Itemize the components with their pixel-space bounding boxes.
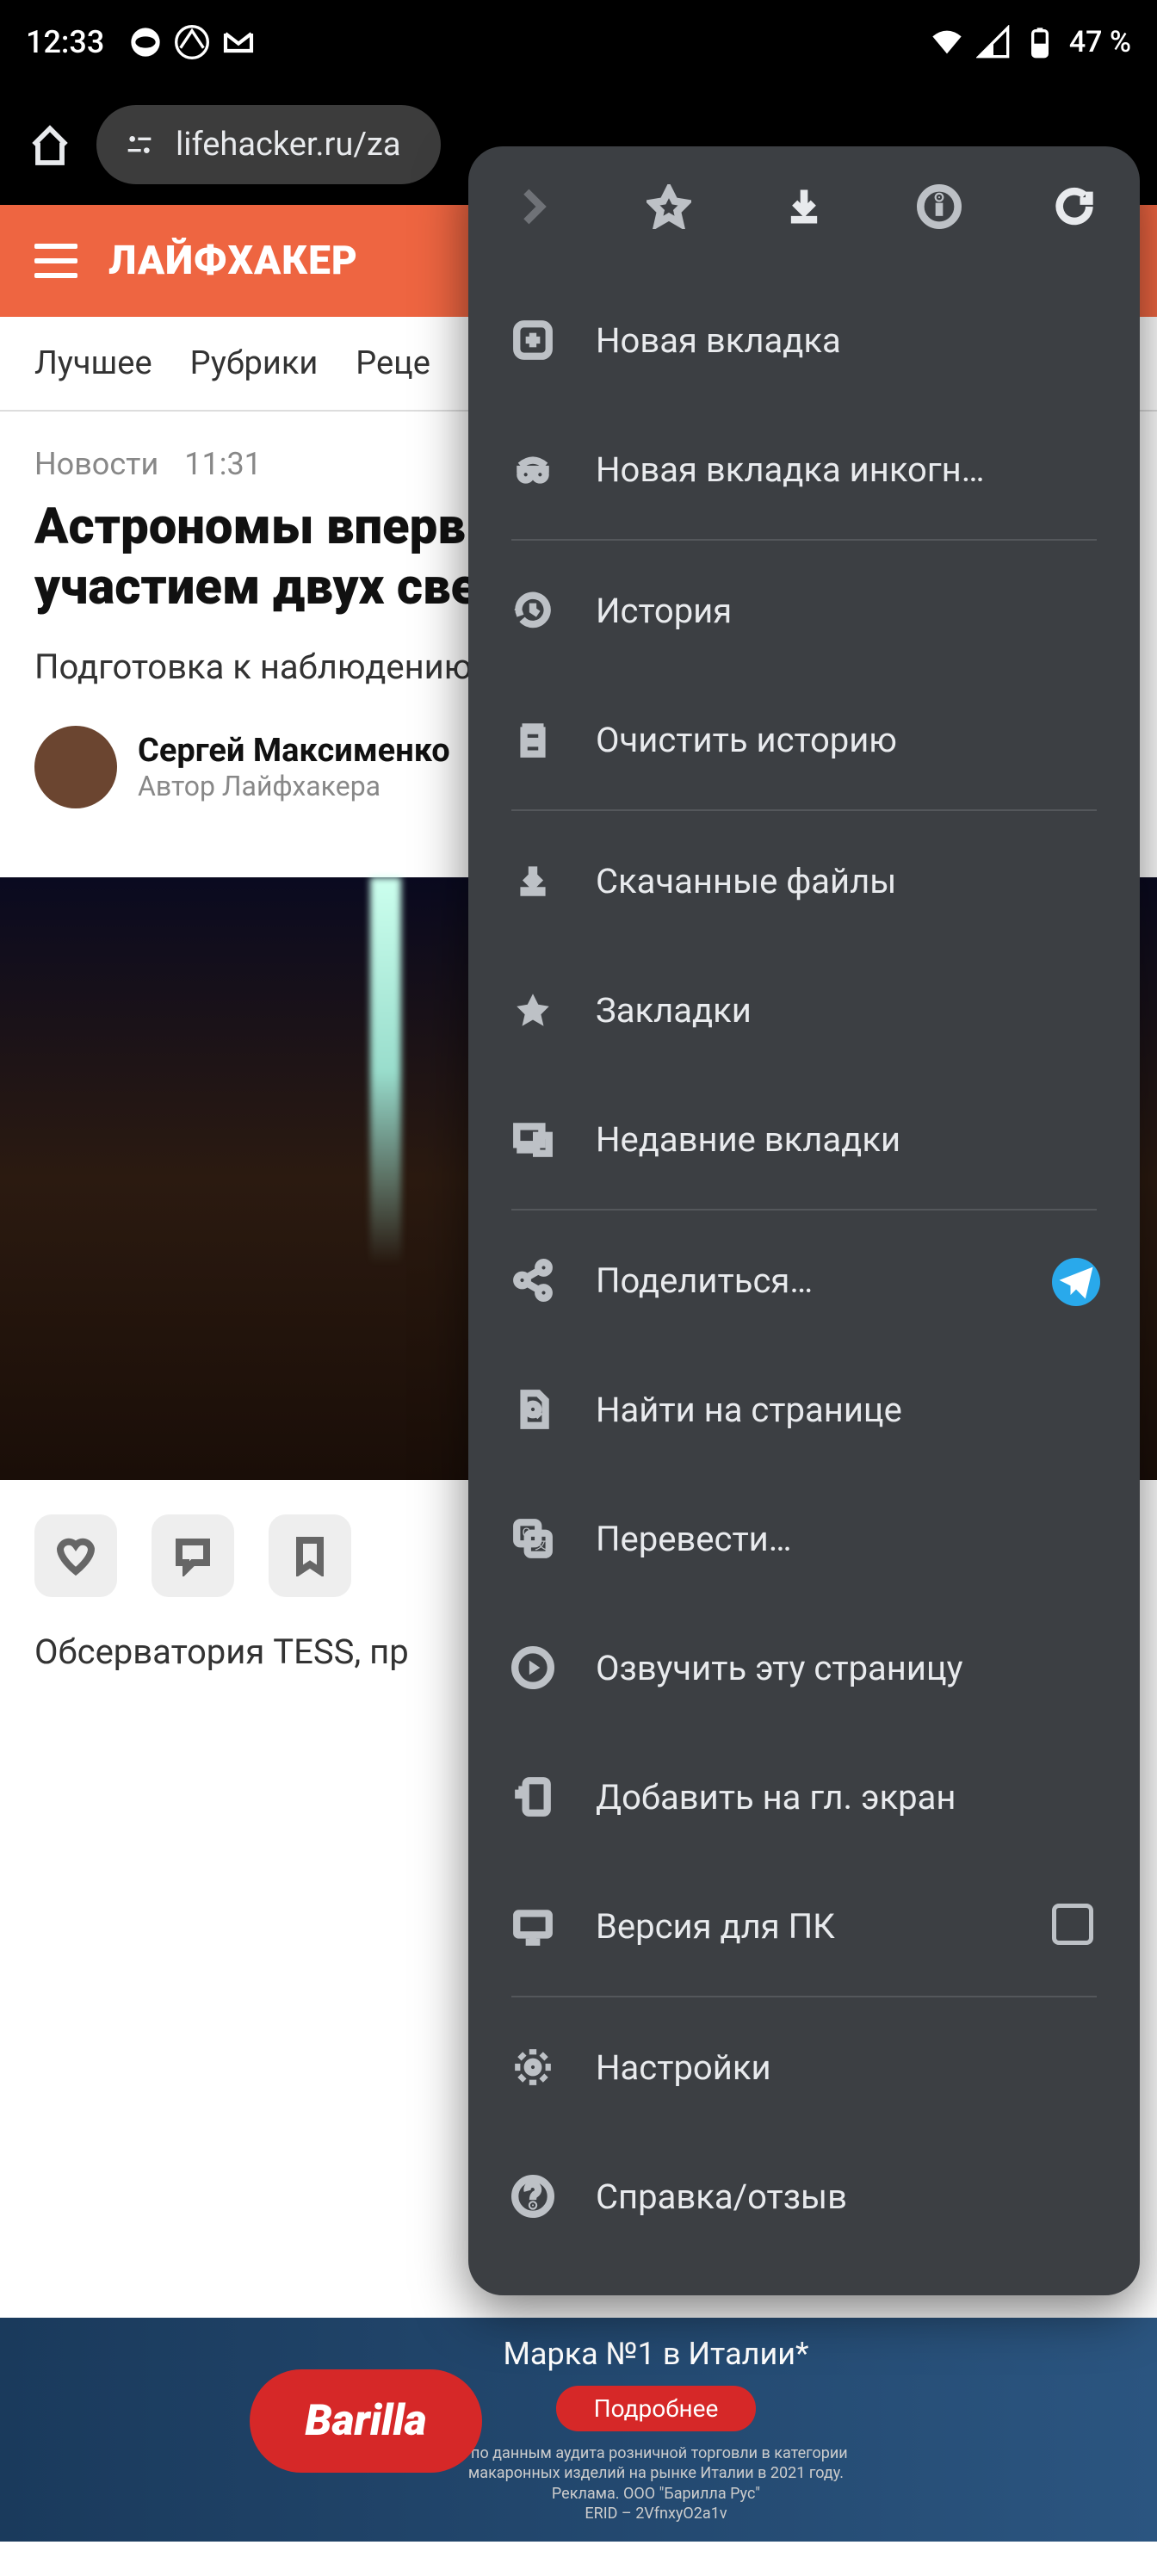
tab-rubrics[interactable]: Рубрики xyxy=(190,344,319,382)
signal-icon xyxy=(976,25,1011,59)
menu-top-actions xyxy=(468,146,1140,267)
play-circle-icon xyxy=(511,1646,554,1689)
site-settings-icon xyxy=(122,127,157,162)
bookmark-button[interactable] xyxy=(269,1514,351,1597)
tab-best[interactable]: Лучшее xyxy=(34,344,152,382)
menu-incognito[interactable]: Новая вкладка инкогн… xyxy=(468,405,1140,534)
trash-icon xyxy=(511,718,554,761)
comment-button[interactable] xyxy=(152,1514,234,1597)
menu-find[interactable]: Найти на странице xyxy=(468,1345,1140,1474)
menu-read-aloud[interactable]: Озвучить эту страницу xyxy=(468,1603,1140,1732)
menu-translate[interactable]: G文 Перевести… xyxy=(468,1474,1140,1603)
like-button[interactable] xyxy=(34,1514,117,1597)
menu-divider xyxy=(511,1996,1097,1997)
svg-text:G: G xyxy=(523,1525,531,1540)
telegram-icon xyxy=(1052,1258,1097,1303)
notification-icon-2 xyxy=(175,25,209,59)
translate-icon: G文 xyxy=(511,1517,554,1560)
ad-slogan: Марка №1 в Италии* xyxy=(503,2336,808,2372)
menu-add-home[interactable]: Добавить на гл. экран xyxy=(468,1732,1140,1861)
menu-downloads[interactable]: Скачанные файлы xyxy=(468,816,1140,945)
menu-divider xyxy=(511,539,1097,541)
browser-menu: Новая вкладка Новая вкладка инкогн… Исто… xyxy=(468,146,1140,2295)
checkbox-unchecked[interactable] xyxy=(1052,1904,1097,1948)
status-right-icons: 47 % xyxy=(930,25,1131,59)
url-text: lifehacker.ru/za xyxy=(176,126,401,164)
add-to-homescreen-icon xyxy=(511,1775,554,1818)
history-icon xyxy=(511,589,554,632)
battery-percent: 47 % xyxy=(1069,25,1131,59)
forward-button[interactable] xyxy=(511,184,556,229)
site-logo[interactable]: ЛАЙФХАКЕР xyxy=(108,238,358,284)
info-button[interactable] xyxy=(917,184,962,229)
menu-recent-tabs[interactable]: Недавние вкладки xyxy=(468,1074,1140,1204)
ad-banner[interactable]: Barilla Марка №1 в Италии* Подробнее *по… xyxy=(0,2318,1157,2542)
desktop-icon xyxy=(511,1904,554,1947)
downloads-icon xyxy=(511,859,554,902)
menu-divider xyxy=(511,809,1097,811)
wifi-icon xyxy=(930,25,964,59)
find-in-page-icon xyxy=(511,1388,554,1431)
gear-icon xyxy=(511,2046,554,2089)
notification-icon-1 xyxy=(128,25,163,59)
menu-new-tab[interactable]: Новая вкладка xyxy=(468,276,1140,405)
gmail-icon xyxy=(221,25,256,59)
status-left-icons xyxy=(128,25,256,59)
ad-cta-button[interactable]: Подробнее xyxy=(556,2386,757,2431)
star-filled-icon xyxy=(511,988,554,1031)
menu-settings[interactable]: Настройки xyxy=(468,2003,1140,2132)
menu-help[interactable]: Справка/отзыв xyxy=(468,2132,1140,2261)
reload-button[interactable] xyxy=(1052,184,1097,229)
article-time: 11:31 xyxy=(184,446,262,482)
battery-icon xyxy=(1023,25,1057,59)
hamburger-menu-icon[interactable] xyxy=(34,244,77,278)
ad-logo: Barilla xyxy=(250,2369,482,2473)
menu-clear-history[interactable]: Очистить историю xyxy=(468,675,1140,804)
status-bar: 12:33 47 % xyxy=(0,0,1157,84)
download-button[interactable] xyxy=(782,184,826,229)
plus-square-icon xyxy=(511,319,554,362)
menu-bookmarks[interactable]: Закладки xyxy=(468,945,1140,1074)
menu-desktop-site[interactable]: Версия для ПК xyxy=(468,1861,1140,1991)
author-avatar xyxy=(34,726,117,808)
share-icon xyxy=(511,1259,554,1302)
star-button[interactable] xyxy=(647,184,691,229)
home-button[interactable] xyxy=(26,121,74,169)
ad-fineprint: *по данным аудита розничной торговли в к… xyxy=(464,2443,847,2524)
menu-divider xyxy=(511,1209,1097,1211)
incognito-icon xyxy=(511,448,554,491)
author-name: Сергей Максименко xyxy=(138,732,450,770)
article-category[interactable]: Новости xyxy=(34,446,158,482)
devices-icon xyxy=(511,1118,554,1161)
help-icon xyxy=(511,2175,554,2218)
url-bar[interactable]: lifehacker.ru/za xyxy=(96,105,441,184)
status-time: 12:33 xyxy=(26,24,104,60)
gesture-bar[interactable] xyxy=(458,2555,699,2564)
tab-recipes[interactable]: Реце xyxy=(356,344,430,382)
author-role: Автор Лайфхакера xyxy=(138,770,450,802)
svg-text:文: 文 xyxy=(535,1538,548,1553)
menu-history[interactable]: История xyxy=(468,546,1140,675)
menu-share[interactable]: Поделиться… xyxy=(468,1216,1140,1345)
